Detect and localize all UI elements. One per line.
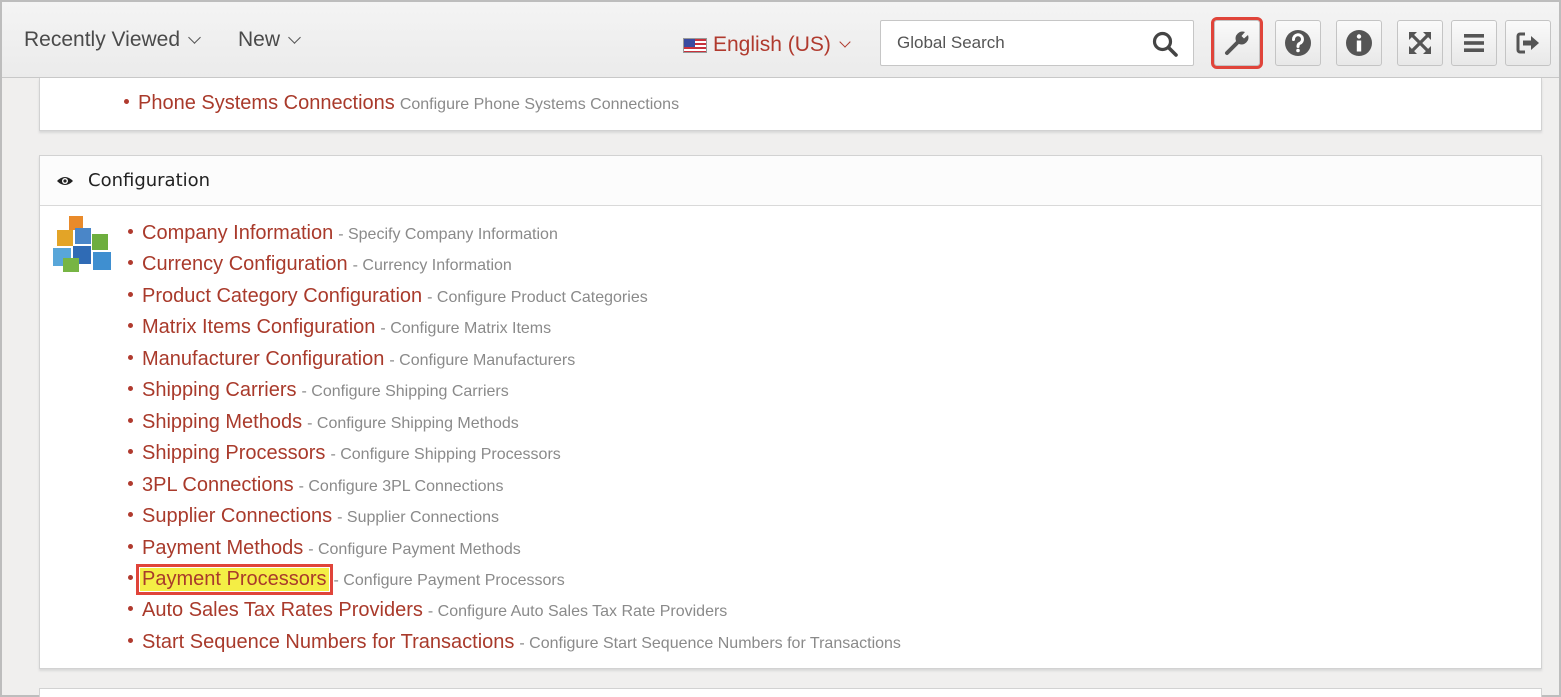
bullet	[124, 99, 129, 104]
item-description: - Configure Shipping Methods	[307, 415, 519, 432]
list-item: Supplier Connections - Supplier Connectio…	[128, 505, 499, 528]
bullet	[128, 229, 133, 234]
list-item: Phone Systems Connections Configure Phon…	[124, 92, 679, 115]
language-label: English (US)	[713, 33, 831, 56]
chevron-down-icon	[188, 30, 201, 44]
global-search	[880, 20, 1194, 66]
fullscreen-icon	[1409, 32, 1431, 54]
next-section-panel	[39, 688, 1542, 697]
menu-button[interactable]	[1451, 20, 1497, 66]
menu-icon	[1464, 34, 1484, 52]
help-button[interactable]	[1275, 20, 1321, 66]
recently-viewed-label: Recently Viewed	[24, 28, 181, 51]
item-description: - Configure Payment Processors	[333, 572, 565, 589]
new-menu-label: New	[238, 28, 281, 51]
list-item: Matrix Items Configuration - Configure Ma…	[128, 316, 551, 339]
item-description: Configure Phone Systems Connections	[399, 96, 680, 113]
search-icon[interactable]	[1151, 30, 1179, 58]
phone-systems-connections-link[interactable]: Phone Systems Connections	[138, 92, 395, 115]
item-description: - Specify Company Information	[338, 226, 558, 243]
item-description: - Configure Start Sequence Numbers for T…	[519, 635, 901, 652]
config-link-shipping-processors[interactable]: Shipping Processors	[142, 442, 325, 465]
config-link-company-information[interactable]: Company Information	[142, 222, 333, 245]
item-description: - Configure Auto Sales Tax Rate Provider…	[427, 603, 728, 620]
config-link-matrix-items-configuration[interactable]: Matrix Items Configuration	[142, 316, 375, 339]
logout-button[interactable]	[1505, 20, 1551, 66]
item-description: - Configure Payment Methods	[308, 541, 521, 558]
list-item: Shipping Processors - Configure Shipping …	[128, 442, 561, 465]
setup-button[interactable]	[1211, 17, 1263, 69]
bullet	[128, 512, 133, 517]
list-item: 3PL Connections - Configure 3PL Connectio…	[128, 474, 503, 497]
bullet	[128, 418, 133, 423]
config-link-shipping-carriers[interactable]: Shipping Carriers	[142, 379, 297, 402]
top-toolbar: Recently Viewed New English (US)	[2, 2, 1559, 78]
bullet	[128, 260, 133, 265]
item-description: - Configure Matrix Items	[380, 320, 552, 337]
list-item: Currency Configuration - Currency Informa…	[128, 253, 512, 276]
panel-title: Configuration	[88, 170, 211, 191]
config-link-supplier-connections[interactable]: Supplier Connections	[142, 505, 332, 528]
bullet	[128, 481, 133, 486]
item-description: - Configure Manufacturers	[389, 352, 576, 369]
list-item: Payment Methods - Configure Payment Metho…	[128, 537, 521, 560]
wrench-icon	[1225, 31, 1249, 55]
config-link-currency-configuration[interactable]: Currency Configuration	[142, 253, 348, 276]
bullet	[128, 386, 133, 391]
global-search-input[interactable]	[881, 21, 1141, 65]
config-link-shipping-methods[interactable]: Shipping Methods	[142, 411, 302, 434]
item-description: - Configure Shipping Processors	[330, 446, 561, 463]
config-link-product-category-configuration[interactable]: Product Category Configuration	[142, 285, 422, 308]
item-description: - Configure 3PL Connections	[298, 478, 504, 495]
list-item: Shipping Carriers - Configure Shipping Ca…	[128, 379, 509, 402]
list-item: Manufacturer Configuration - Configure Ma…	[128, 348, 575, 371]
item-description: - Currency Information	[352, 257, 512, 274]
bullet	[128, 544, 133, 549]
help-icon	[1285, 30, 1311, 56]
list-item: Company Information - Specify Company Inf…	[128, 222, 558, 245]
config-link-auto-sales-tax-rates-providers[interactable]: Auto Sales Tax Rates Providers	[142, 599, 423, 622]
bullet	[128, 323, 133, 328]
item-description: - Supplier Connections	[337, 509, 499, 526]
new-menu[interactable]: New	[238, 28, 301, 52]
configuration-panel: Configuration Company Information - Speci…	[39, 155, 1542, 669]
recently-viewed-menu[interactable]: Recently Viewed	[24, 28, 201, 52]
item-description: - Configure Shipping Carriers	[301, 383, 509, 400]
bullet	[128, 575, 133, 580]
configuration-cubes-icon	[53, 216, 111, 272]
list-item: Start Sequence Numbers for Transactions -…	[128, 631, 901, 654]
eye-icon	[57, 176, 73, 185]
list-item: Payment Processors - Configure Payment Pr…	[128, 564, 565, 595]
bullet	[128, 355, 133, 360]
language-selector[interactable]: English (US)	[683, 33, 851, 57]
config-link-payment-methods[interactable]: Payment Methods	[142, 537, 303, 560]
panel-header: Configuration	[40, 156, 1541, 206]
bullet	[128, 292, 133, 297]
item-description: - Configure Product Categories	[427, 289, 648, 306]
list-item: Shipping Methods - Configure Shipping Met…	[128, 411, 519, 434]
bullet	[128, 449, 133, 454]
us-flag-icon	[683, 37, 707, 53]
fullscreen-button[interactable]	[1397, 20, 1443, 66]
config-link-payment-processors[interactable]: Payment Processors	[136, 564, 333, 595]
info-button[interactable]	[1336, 20, 1382, 66]
logout-icon	[1516, 32, 1539, 54]
config-link-manufacturer-configuration[interactable]: Manufacturer Configuration	[142, 348, 384, 371]
config-link-start-sequence-numbers-for-transactions[interactable]: Start Sequence Numbers for Transactions	[142, 631, 514, 654]
config-link-3pl-connections[interactable]: 3PL Connections	[142, 474, 294, 497]
info-icon	[1346, 30, 1372, 56]
previous-section-panel: Phone Systems Connections Configure Phon…	[39, 78, 1542, 131]
chevron-down-icon	[288, 30, 301, 44]
list-item: Product Category Configuration - Configur…	[128, 285, 648, 308]
bullet	[128, 606, 133, 611]
bullet	[128, 638, 133, 643]
chevron-down-icon	[839, 36, 851, 48]
list-item: Auto Sales Tax Rates Providers - Configur…	[128, 599, 727, 622]
